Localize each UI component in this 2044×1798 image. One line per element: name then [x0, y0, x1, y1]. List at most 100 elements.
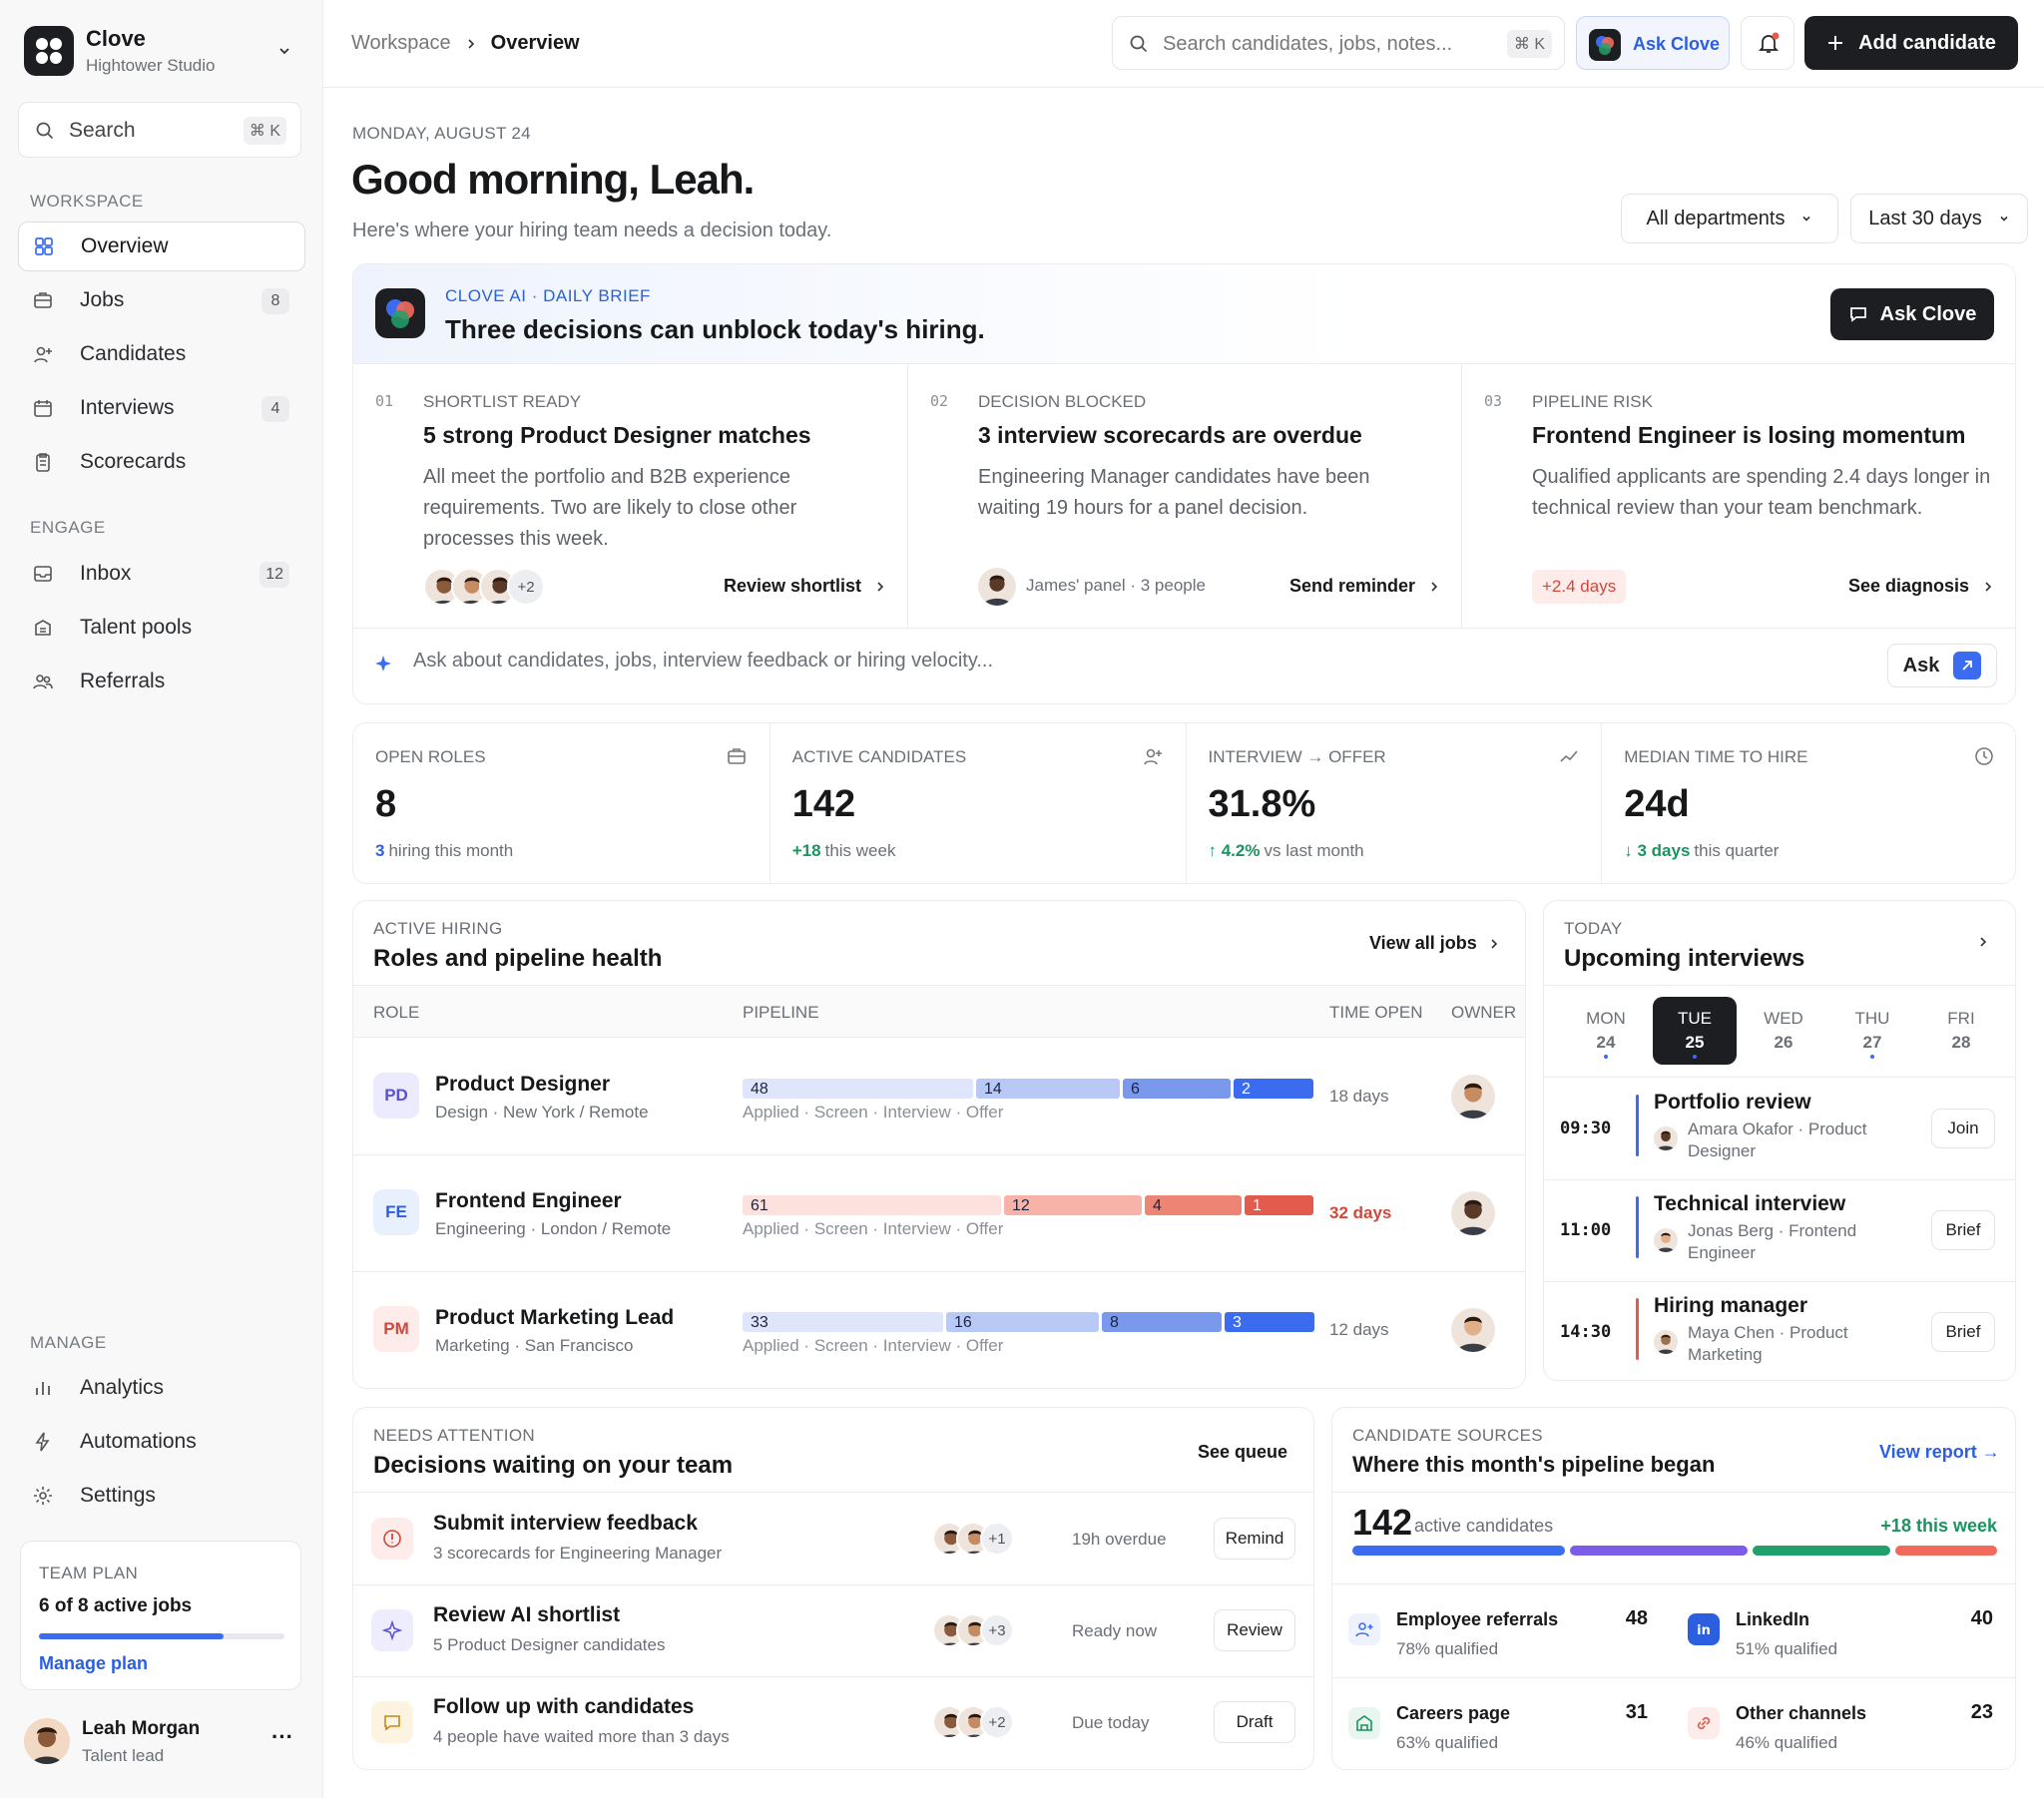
stat-delta-value: ↑ 4.2%	[1208, 841, 1261, 860]
date-range-filter[interactable]: Last 30 days	[1850, 194, 2028, 243]
stat-value: 142	[791, 783, 856, 825]
source-item[interactable]: Other channels 46% qualified 23	[1672, 1679, 2011, 1769]
more-options-button[interactable]: ···	[271, 1724, 293, 1750]
sidebar-item-overview[interactable]: Overview	[18, 222, 305, 271]
attention-item[interactable]: Submit interview feedback 3 scorecards fo…	[353, 1494, 1313, 1585]
message-icon-badge	[371, 1701, 413, 1743]
sidebar-item-talent-pools[interactable]: Talent pools	[18, 603, 305, 653]
ask-clove-top-button[interactable]: Ask Clove	[1576, 16, 1730, 70]
users-icon	[33, 674, 53, 689]
day-tab-mon[interactable]: MON 24	[1564, 997, 1648, 1065]
sidebar-item-inbox[interactable]: Inbox 12	[18, 549, 305, 599]
pipeline-stage-bar: 2	[1234, 1079, 1313, 1099]
sparkle-icon	[381, 1619, 403, 1641]
day-name: THU	[1854, 1009, 1890, 1028]
view-all-jobs-link[interactable]: View all jobs	[1369, 933, 1499, 954]
stat-delta-text: this quarter	[1694, 841, 1780, 860]
source-item[interactable]: in LinkedIn 51% qualified 40	[1672, 1585, 2011, 1677]
clock-icon	[1975, 747, 1994, 765]
stat-delta-value: 3	[375, 841, 385, 860]
ask-clove-button[interactable]: Ask Clove	[1830, 288, 1994, 340]
stat-delta-value: ↓ 3 days	[1624, 841, 1691, 860]
see-queue-link[interactable]: See queue	[1198, 1442, 1287, 1463]
attention-action-button[interactable]: Review	[1214, 1609, 1295, 1651]
sidebar-item-referrals[interactable]: Referrals	[18, 657, 305, 706]
role-name: Frontend Engineer	[435, 1189, 622, 1212]
brief-header: CLOVE AI · DAILY BRIEF Three decisions c…	[353, 264, 2015, 364]
attention-title: Review AI shortlist	[433, 1603, 621, 1626]
sidebar: Clove Hightower Studio Search ⌘ K WORKSP…	[0, 0, 323, 1798]
day-tab-fri[interactable]: FRI 28	[1919, 997, 2003, 1065]
page-title: Good morning, Leah.	[351, 156, 755, 203]
workspace-switcher[interactable]: Clove Hightower Studio	[24, 24, 299, 80]
upcoming-interviews-card: TODAY Upcoming interviews MON 24 TUE 25 WED 2…	[1543, 900, 2016, 1381]
bolt-icon	[35, 1432, 50, 1452]
attention-status: Due today	[1072, 1713, 1150, 1732]
manage-plan-link[interactable]: Manage plan	[39, 1653, 148, 1674]
ask-button[interactable]: Ask	[1887, 644, 1997, 687]
chevron-right-icon[interactable]	[1977, 935, 1989, 949]
sidebar-item-settings[interactable]: Settings	[18, 1471, 305, 1521]
divider	[1332, 1492, 2015, 1493]
user-role: Talent lead	[82, 1746, 165, 1765]
interview-item[interactable]: 09:30 Portfolio review Amara Okafor · Prod…	[1544, 1079, 2015, 1180]
attention-item[interactable]: Review AI shortlist 5 Product Designer ca…	[353, 1585, 1313, 1677]
interview-item[interactable]: 11:00 Technical interview Jonas Berg · Fro…	[1544, 1180, 2015, 1282]
attention-action-button[interactable]: Remind	[1214, 1518, 1295, 1560]
arrow-up-right-icon	[1953, 652, 1982, 679]
table-row[interactable]: PD Product Designer Design · New York / Re…	[353, 1039, 1525, 1155]
sidebar-item-candidates[interactable]: Candidates	[18, 329, 305, 379]
day-tab-wed[interactable]: WED 26	[1742, 997, 1825, 1065]
interview-action-button[interactable]: Brief	[1931, 1210, 1995, 1250]
attention-title: Decisions waiting on your team	[373, 1452, 734, 1479]
source-item[interactable]: Careers page 63% qualified 31	[1332, 1679, 1672, 1769]
svg-text:in: in	[1697, 1623, 1711, 1638]
attention-action-button[interactable]: Draft	[1214, 1701, 1295, 1743]
brief-item-action[interactable]: See diagnosis	[1848, 576, 1993, 597]
chevron-right-icon	[1491, 938, 1497, 949]
table-row[interactable]: PM Product Marketing Lead Marketing · San …	[353, 1272, 1525, 1388]
table-row[interactable]: FE Frontend Engineer Engineering · London …	[353, 1155, 1525, 1272]
attention-item[interactable]: Follow up with candidates 4 people have w…	[353, 1677, 1313, 1769]
brief-item-action[interactable]: Send reminder	[1289, 576, 1439, 597]
sidebar-item-label: Jobs	[80, 288, 125, 311]
engage-section-label: ENGAGE	[30, 518, 106, 537]
chevron-right-icon	[1985, 581, 1992, 592]
day-tab-thu[interactable]: THU 27	[1830, 997, 1914, 1065]
ask-input[interactable]: Ask about candidates, jobs, interview fe…	[413, 650, 1711, 679]
sidebar-item-automations[interactable]: Automations	[18, 1417, 305, 1467]
attention-title: Submit interview feedback	[433, 1512, 698, 1535]
avatar-overflow-count: +2	[980, 1705, 1014, 1739]
breadcrumb-workspace[interactable]: Workspace	[351, 32, 451, 55]
source-item[interactable]: Employee referrals 78% qualified 48	[1332, 1585, 1672, 1677]
department-filter[interactable]: All departments	[1621, 194, 1838, 243]
bell-icon	[1758, 32, 1780, 53]
user-profile[interactable]: Leah Morgan Talent lead ···	[24, 1716, 303, 1776]
interview-item[interactable]: 14:30 Hiring manager Maya Chen · Product M…	[1544, 1282, 2015, 1380]
interview-action-button[interactable]: Join	[1931, 1109, 1995, 1148]
sources-eyebrow: CANDIDATE SOURCES	[1352, 1426, 1543, 1445]
day-name: FRI	[1947, 1009, 1975, 1028]
add-candidate-button[interactable]: Add candidate	[1804, 16, 2018, 70]
brief-item-action[interactable]: Review shortlist	[724, 576, 885, 597]
sidebar-item-scorecards[interactable]: Scorecards	[18, 437, 305, 487]
interview-action-button[interactable]: Brief	[1931, 1312, 1995, 1352]
global-search-input[interactable]: Search candidates, jobs, notes... ⌘ K	[1112, 16, 1565, 70]
needs-attention-card: NEEDS ATTENTION Decisions waiting on you…	[352, 1407, 1314, 1770]
day-tab-tue[interactable]: TUE 25	[1653, 997, 1737, 1065]
date-label: MONDAY, AUGUST 24	[352, 124, 531, 143]
sidebar-item-interviews[interactable]: Interviews 4	[18, 383, 305, 433]
sidebar-item-analytics[interactable]: Analytics	[18, 1363, 305, 1413]
attention-subtitle: 3 scorecards for Engineering Manager	[433, 1544, 723, 1563]
view-report-link[interactable]: View report →	[1879, 1442, 2000, 1463]
plus-icon	[1828, 36, 1843, 50]
global-search-shortcut: ⌘ K	[1506, 30, 1552, 58]
search-icon	[36, 122, 54, 140]
brief-item-number: 01	[375, 392, 394, 410]
brief-item: 02 DECISION BLOCKED 3 interview scorecards…	[907, 364, 1461, 628]
brief-item-number: 03	[1484, 392, 1503, 410]
sidebar-item-jobs[interactable]: Jobs 8	[18, 275, 305, 325]
notifications-button[interactable]	[1741, 16, 1794, 70]
linkedin-icon: in	[1697, 1623, 1711, 1638]
sidebar-search[interactable]: Search ⌘ K	[18, 102, 301, 158]
